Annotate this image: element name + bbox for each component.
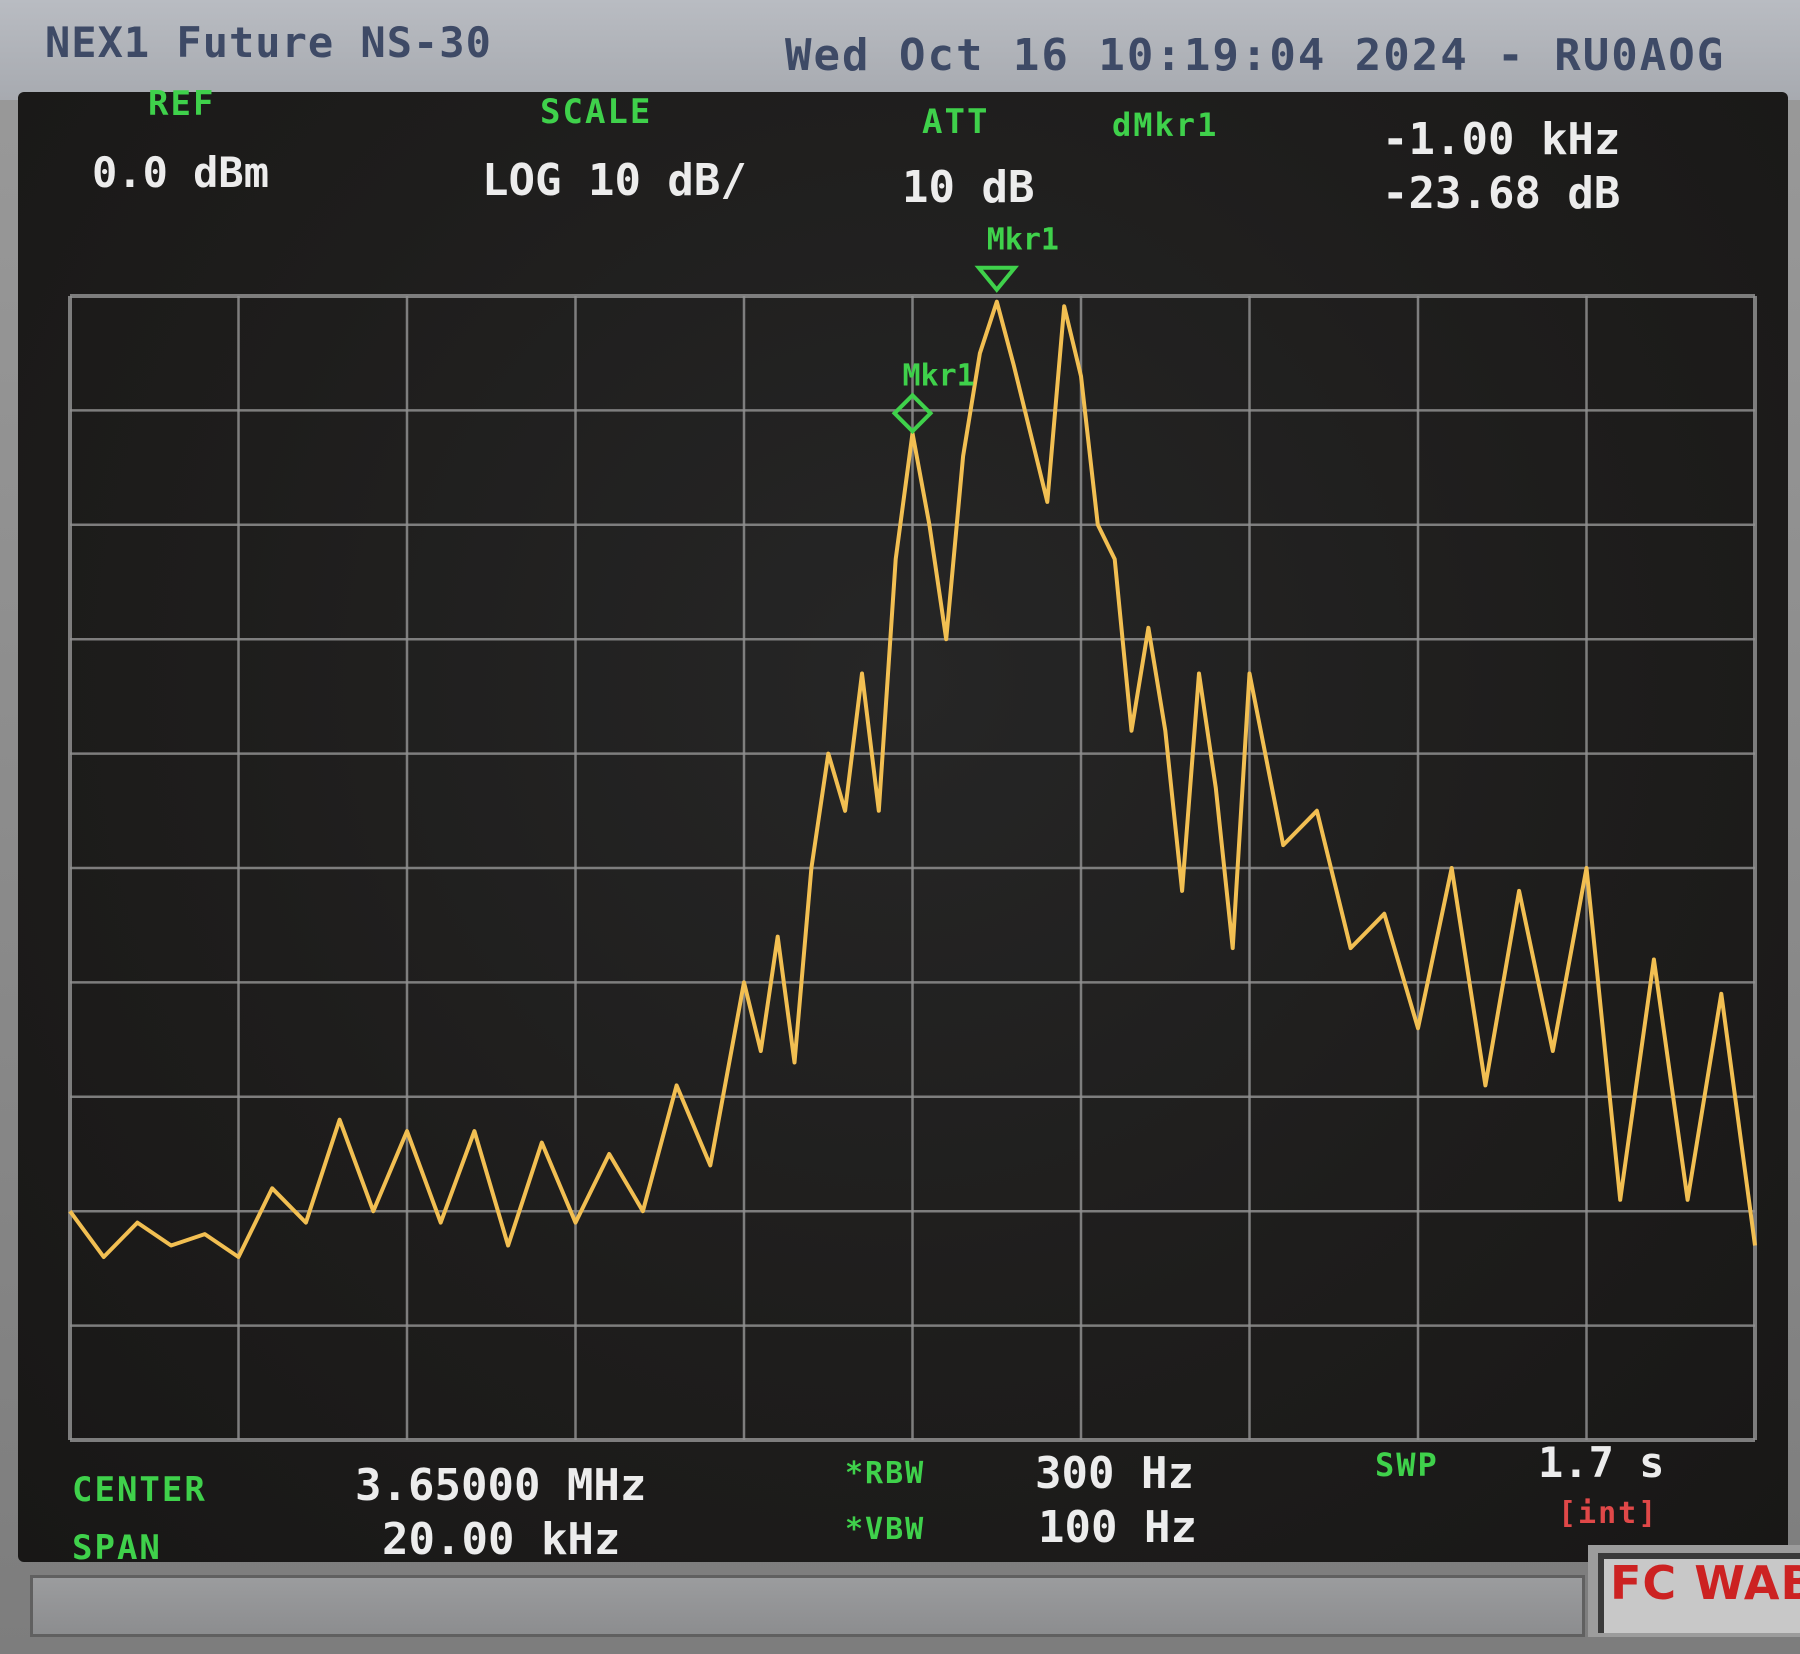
span-label: SPAN (72, 1528, 162, 1568)
scale-value: LOG 10 dB/ (482, 155, 747, 206)
swp-value: 1.7 s (1538, 1438, 1665, 1487)
analyzer-screen (18, 92, 1788, 1562)
vbw-label: *VBW (845, 1512, 926, 1547)
center-label: CENTER (72, 1470, 207, 1510)
rbw-label: *RBW (845, 1456, 926, 1491)
swp-label: SWP (1375, 1446, 1439, 1484)
softkey-strip[interactable] (30, 1575, 1585, 1637)
app-title: NEX1 Future NS-30 (45, 18, 492, 67)
dmkr-freq-value: -1.00 kHz (1382, 114, 1621, 165)
rbw-value: 300 Hz (1035, 1448, 1194, 1499)
att-label: ATT (922, 102, 990, 142)
ref-value: 0.0 dBm (92, 148, 270, 197)
span-value: 20.00 kHz (382, 1514, 621, 1565)
att-value: 10 dB (902, 162, 1035, 213)
swp-mode-indicator: [int] (1558, 1496, 1659, 1531)
dmkr-level-value: -23.68 dB (1382, 168, 1621, 219)
dmkr-label: dMkr1 (1112, 106, 1219, 144)
center-value: 3.65000 MHz (355, 1460, 647, 1511)
ref-label: REF (148, 84, 216, 124)
scale-label: SCALE (540, 92, 653, 132)
title-bar: NEX1 Future NS-30 Wed Oct 16 10:19:04 20… (0, 0, 1800, 100)
vbw-value: 100 Hz (1038, 1502, 1197, 1553)
date-callsign-status: Wed Oct 16 10:19:04 2024 - RU0AOG (785, 30, 1726, 81)
fc-wabe-label: FC WABE (1610, 1556, 1800, 1610)
